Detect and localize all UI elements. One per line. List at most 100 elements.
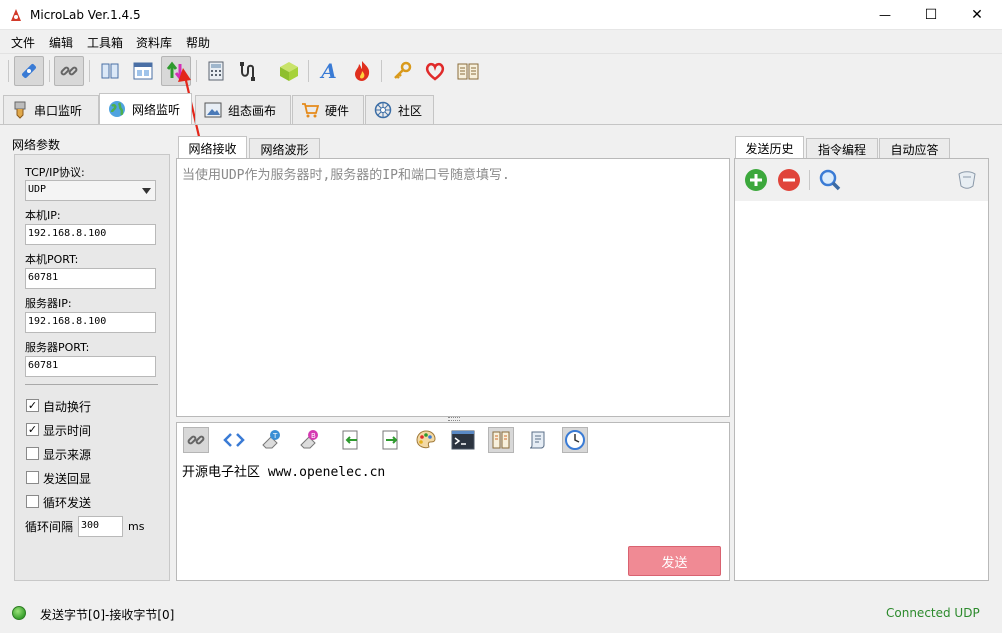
book-icon bbox=[457, 63, 479, 80]
menu-edit[interactable]: 编辑 bbox=[49, 34, 73, 51]
search-history-button[interactable] bbox=[817, 167, 843, 193]
send-button[interactable]: 发送 bbox=[628, 546, 721, 576]
tab-canvas[interactable]: 组态画布 bbox=[195, 95, 291, 124]
key-button[interactable] bbox=[387, 56, 417, 86]
show-time-checkbox[interactable]: ✓ bbox=[26, 423, 39, 436]
import-arrow-icon bbox=[342, 430, 358, 450]
tab-label: 网络监听 bbox=[132, 102, 181, 117]
connection-status: Connected UDP bbox=[886, 606, 980, 620]
server-port-label: 服务器PORT: bbox=[25, 341, 90, 354]
font-a-icon: A bbox=[321, 59, 337, 83]
show-source-label: 显示来源 bbox=[43, 448, 92, 462]
tab-network-receive[interactable]: 网络接收 bbox=[178, 136, 247, 159]
font-button[interactable]: A bbox=[314, 56, 344, 86]
link-icon bbox=[187, 435, 205, 445]
flame-button[interactable] bbox=[347, 56, 377, 86]
menu-help[interactable]: 帮助 bbox=[186, 34, 210, 51]
toolbar-separator bbox=[49, 60, 50, 82]
maximize-button[interactable]: ☐ bbox=[908, 0, 954, 30]
code-brackets-button[interactable] bbox=[221, 427, 247, 453]
loop-send-checkbox[interactable] bbox=[26, 495, 39, 508]
panel-button[interactable] bbox=[488, 427, 514, 453]
local-ip-label: 本机IP: bbox=[25, 209, 61, 222]
signal-probe-button[interactable] bbox=[234, 56, 264, 86]
send-echo-label: 发送回显 bbox=[43, 472, 92, 486]
auto-wrap-checkbox[interactable]: ✓ bbox=[26, 399, 39, 412]
loop-interval-input[interactable]: 300 bbox=[78, 516, 123, 537]
community-wheel-icon bbox=[374, 101, 392, 119]
title-bar bbox=[0, 0, 1002, 30]
local-ip-input[interactable]: 192.168.8.100 bbox=[25, 224, 156, 245]
link-button[interactable] bbox=[54, 56, 84, 86]
signal-probe-icon bbox=[240, 62, 255, 81]
menu-toolbox[interactable]: 工具箱 bbox=[87, 34, 123, 51]
export-button[interactable] bbox=[377, 427, 403, 453]
remove-history-button[interactable] bbox=[776, 167, 802, 193]
palette-icon bbox=[416, 430, 436, 449]
serial-connector-icon bbox=[14, 101, 26, 119]
book-button[interactable] bbox=[453, 56, 483, 86]
heart-icon bbox=[425, 62, 445, 81]
toolbar-separator bbox=[308, 60, 309, 82]
tab-command-programming[interactable]: 指令编程 bbox=[806, 138, 878, 159]
show-source-checkbox[interactable] bbox=[26, 447, 39, 460]
local-port-label: 本机PORT: bbox=[25, 253, 79, 266]
tab-send-history[interactable]: 发送历史 bbox=[735, 136, 804, 159]
clear-b-button[interactable]: B bbox=[296, 427, 322, 453]
terminal-button[interactable] bbox=[450, 427, 476, 453]
heart-button[interactable] bbox=[420, 56, 450, 86]
receive-textarea[interactable]: 当使用UDP作为服务器时,服务器的IP和端口号随意填写. bbox=[176, 158, 730, 417]
palette-button[interactable] bbox=[413, 427, 439, 453]
server-port-input[interactable]: 60781 bbox=[25, 356, 156, 377]
export-arrow-icon bbox=[382, 430, 398, 450]
dual-panel-icon bbox=[101, 63, 119, 79]
usb-connect-button[interactable] bbox=[14, 56, 44, 86]
cube-button[interactable] bbox=[274, 56, 304, 86]
protocol-label: TCP/IP协议: bbox=[25, 166, 85, 179]
add-history-button[interactable] bbox=[743, 167, 769, 193]
send-link-button[interactable] bbox=[183, 427, 209, 453]
clock-button[interactable] bbox=[562, 427, 588, 453]
menu-library[interactable]: 资料库 bbox=[136, 34, 172, 51]
window-title: MicroLab Ver.1.4.5 bbox=[30, 8, 141, 22]
minus-circle-icon bbox=[778, 169, 800, 191]
clear-history-button[interactable] bbox=[954, 167, 980, 193]
tab-label: 社区 bbox=[398, 103, 423, 118]
tab-community[interactable]: 社区 bbox=[365, 95, 434, 124]
network-params-label: 网络参数 bbox=[12, 138, 61, 152]
import-button[interactable] bbox=[337, 427, 363, 453]
menu-file[interactable]: 文件 bbox=[11, 34, 35, 51]
send-history-list[interactable] bbox=[734, 158, 989, 581]
tab-auto-reply[interactable]: 自动应答 bbox=[879, 138, 950, 159]
shopping-cart-icon bbox=[302, 103, 319, 118]
clear-t-button[interactable]: T bbox=[258, 427, 284, 453]
link-icon bbox=[60, 66, 78, 76]
toolbar-separator bbox=[89, 60, 90, 82]
window-layout-button[interactable] bbox=[128, 56, 158, 86]
scroll-button[interactable] bbox=[525, 427, 551, 453]
tab-label: 组态画布 bbox=[228, 103, 277, 118]
eraser-icon bbox=[958, 171, 976, 189]
history-toolbar bbox=[735, 159, 988, 201]
protocol-select[interactable]: UDP bbox=[25, 180, 156, 201]
local-port-input[interactable]: 60781 bbox=[25, 268, 156, 289]
usb-connect-icon bbox=[22, 64, 36, 78]
tab-network-waveform[interactable]: 网络波形 bbox=[249, 138, 320, 159]
app-logo-icon bbox=[11, 9, 21, 21]
minimize-button[interactable]: — bbox=[862, 0, 908, 30]
server-ip-input[interactable]: 192.168.8.100 bbox=[25, 312, 156, 333]
send-text-input[interactable]: 开源电子社区 www.openelec.cn bbox=[182, 461, 385, 480]
dual-panel-button[interactable] bbox=[95, 56, 125, 86]
divider bbox=[25, 384, 158, 385]
svg-text:T: T bbox=[272, 432, 278, 440]
tab-network-monitor[interactable]: 网络监听 bbox=[99, 93, 192, 124]
splitter-handle[interactable] bbox=[448, 417, 460, 421]
tab-hardware[interactable]: 硬件 bbox=[292, 95, 364, 124]
flame-icon bbox=[355, 61, 370, 81]
close-button[interactable]: ✕ bbox=[954, 0, 1000, 30]
cube-icon bbox=[280, 62, 298, 81]
send-echo-checkbox[interactable] bbox=[26, 471, 39, 484]
search-icon bbox=[819, 169, 841, 191]
tab-serial-monitor[interactable]: 串口监听 bbox=[3, 95, 99, 124]
plus-circle-icon bbox=[745, 169, 767, 191]
